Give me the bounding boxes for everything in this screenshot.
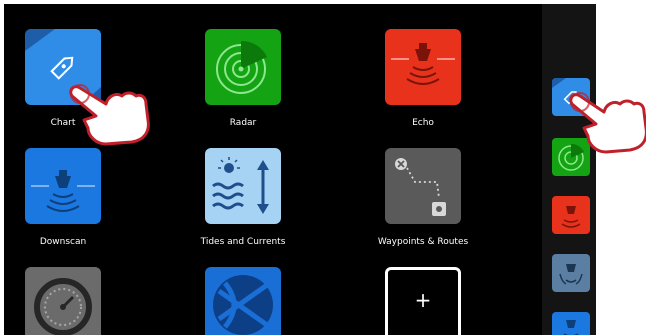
downscan-icon <box>563 320 579 335</box>
app-label: Radar <box>229 118 257 128</box>
sidebar-item-sonar[interactable] <box>552 254 590 292</box>
echo-tile[interactable] <box>385 29 461 105</box>
tides-tile[interactable] <box>205 148 281 224</box>
add-app-button[interactable]: + <box>385 267 461 335</box>
tides-icon <box>212 157 269 214</box>
waypoints-tile[interactable] <box>385 148 461 224</box>
app-label: Tides and Currents <box>200 237 286 247</box>
pointing-hand-icon <box>69 84 150 146</box>
sonar-icon <box>559 264 583 285</box>
sidebar-item-downscan[interactable] <box>552 312 590 335</box>
echo-icon <box>561 206 581 228</box>
app-launcher-screen: Chart Radar Echo Downscan Tides and Curr… <box>4 4 596 335</box>
favorites-sidebar <box>542 4 596 335</box>
gauge-icon <box>34 278 92 335</box>
app-label: Waypoints & Routes <box>377 237 469 247</box>
downscan-icon <box>31 170 95 212</box>
globe-icon <box>213 275 273 335</box>
radar-icon <box>216 40 267 94</box>
app-label: Echo <box>412 118 434 128</box>
app-label: Downscan <box>39 237 87 247</box>
sidebar-item-echo[interactable] <box>552 196 590 234</box>
radar-tile[interactable] <box>205 29 281 105</box>
waypoints-icon <box>395 158 446 216</box>
echo-icon <box>391 43 455 85</box>
add-icon: + <box>414 288 432 312</box>
globe-tile[interactable] <box>205 267 281 335</box>
downscan-tile[interactable] <box>25 148 101 224</box>
gauge-tile[interactable] <box>25 267 101 335</box>
pointing-hand-icon <box>569 92 646 154</box>
